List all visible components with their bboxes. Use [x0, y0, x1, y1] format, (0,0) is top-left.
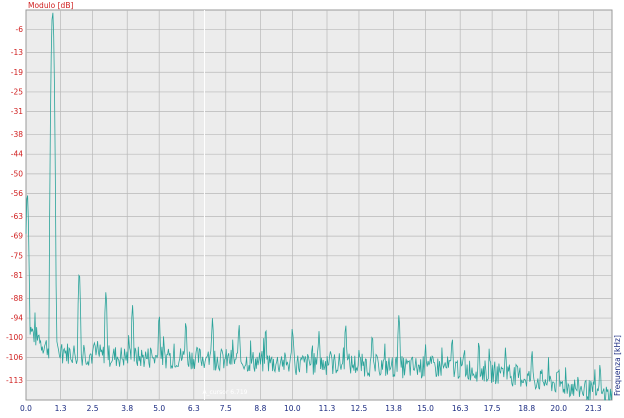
- x-tick-label: 11.3: [319, 404, 336, 413]
- y-tick-label: -69: [11, 232, 23, 241]
- x-tick-label: 6.3: [188, 404, 200, 413]
- x-tick-label: 7.5: [220, 404, 232, 413]
- y-tick-label: -6: [16, 25, 24, 34]
- y-tick-label: -75: [11, 251, 23, 260]
- x-tick-label: 3.8: [121, 404, 133, 413]
- y-tick-label: -25: [11, 87, 23, 96]
- x-tick-label: 21.3: [585, 404, 602, 413]
- x-tick-label: 12.5: [351, 404, 368, 413]
- y-tick-label: -31: [11, 107, 23, 116]
- y-tick-label: -63: [11, 212, 23, 221]
- x-tick-label: 20.0: [550, 404, 567, 413]
- x-tick-label: 10.0: [284, 404, 301, 413]
- x-axis-label: Frequenza [kHz]: [613, 335, 622, 396]
- x-tick-label: 2.5: [87, 404, 99, 413]
- y-tick-label: -94: [11, 314, 23, 323]
- y-tick-label: -81: [11, 271, 23, 280]
- cursor-label: A_cursor 6.719: [202, 389, 247, 396]
- x-tick-label: 18.8: [518, 404, 535, 413]
- y-tick-label: -44: [11, 150, 23, 159]
- y-tick-label: -113: [6, 376, 23, 385]
- y-tick-label: -100: [6, 333, 23, 342]
- x-tick-label: 1.3: [55, 404, 67, 413]
- x-tick-label: 16.3: [452, 404, 469, 413]
- y-tick-label: -88: [11, 294, 23, 303]
- spectrum-chart: -6 -13 -19 -25 -31 -38 -44 -50 -56 -63 -69 -75 -81 -8…: [0, 0, 624, 418]
- x-tick-label: 5.0: [153, 404, 165, 413]
- plot-area: [25, 9, 613, 401]
- y-axis-label: Modulo [dB]: [28, 1, 73, 10]
- x-tick-label: 17.5: [484, 404, 501, 413]
- x-tick-label: 8.8: [254, 404, 266, 413]
- y-tick-label: -106: [6, 353, 23, 362]
- y-tick-label: -56: [11, 189, 23, 198]
- x-tick-label: 15.0: [417, 404, 434, 413]
- x-tick-label: 13.8: [385, 404, 402, 413]
- y-tick-label: -50: [11, 169, 23, 178]
- y-tick-label: -38: [11, 130, 23, 139]
- x-tick-label: 0.0: [20, 404, 32, 413]
- y-tick-label: -13: [11, 48, 23, 57]
- y-tick-label: -19: [11, 68, 23, 77]
